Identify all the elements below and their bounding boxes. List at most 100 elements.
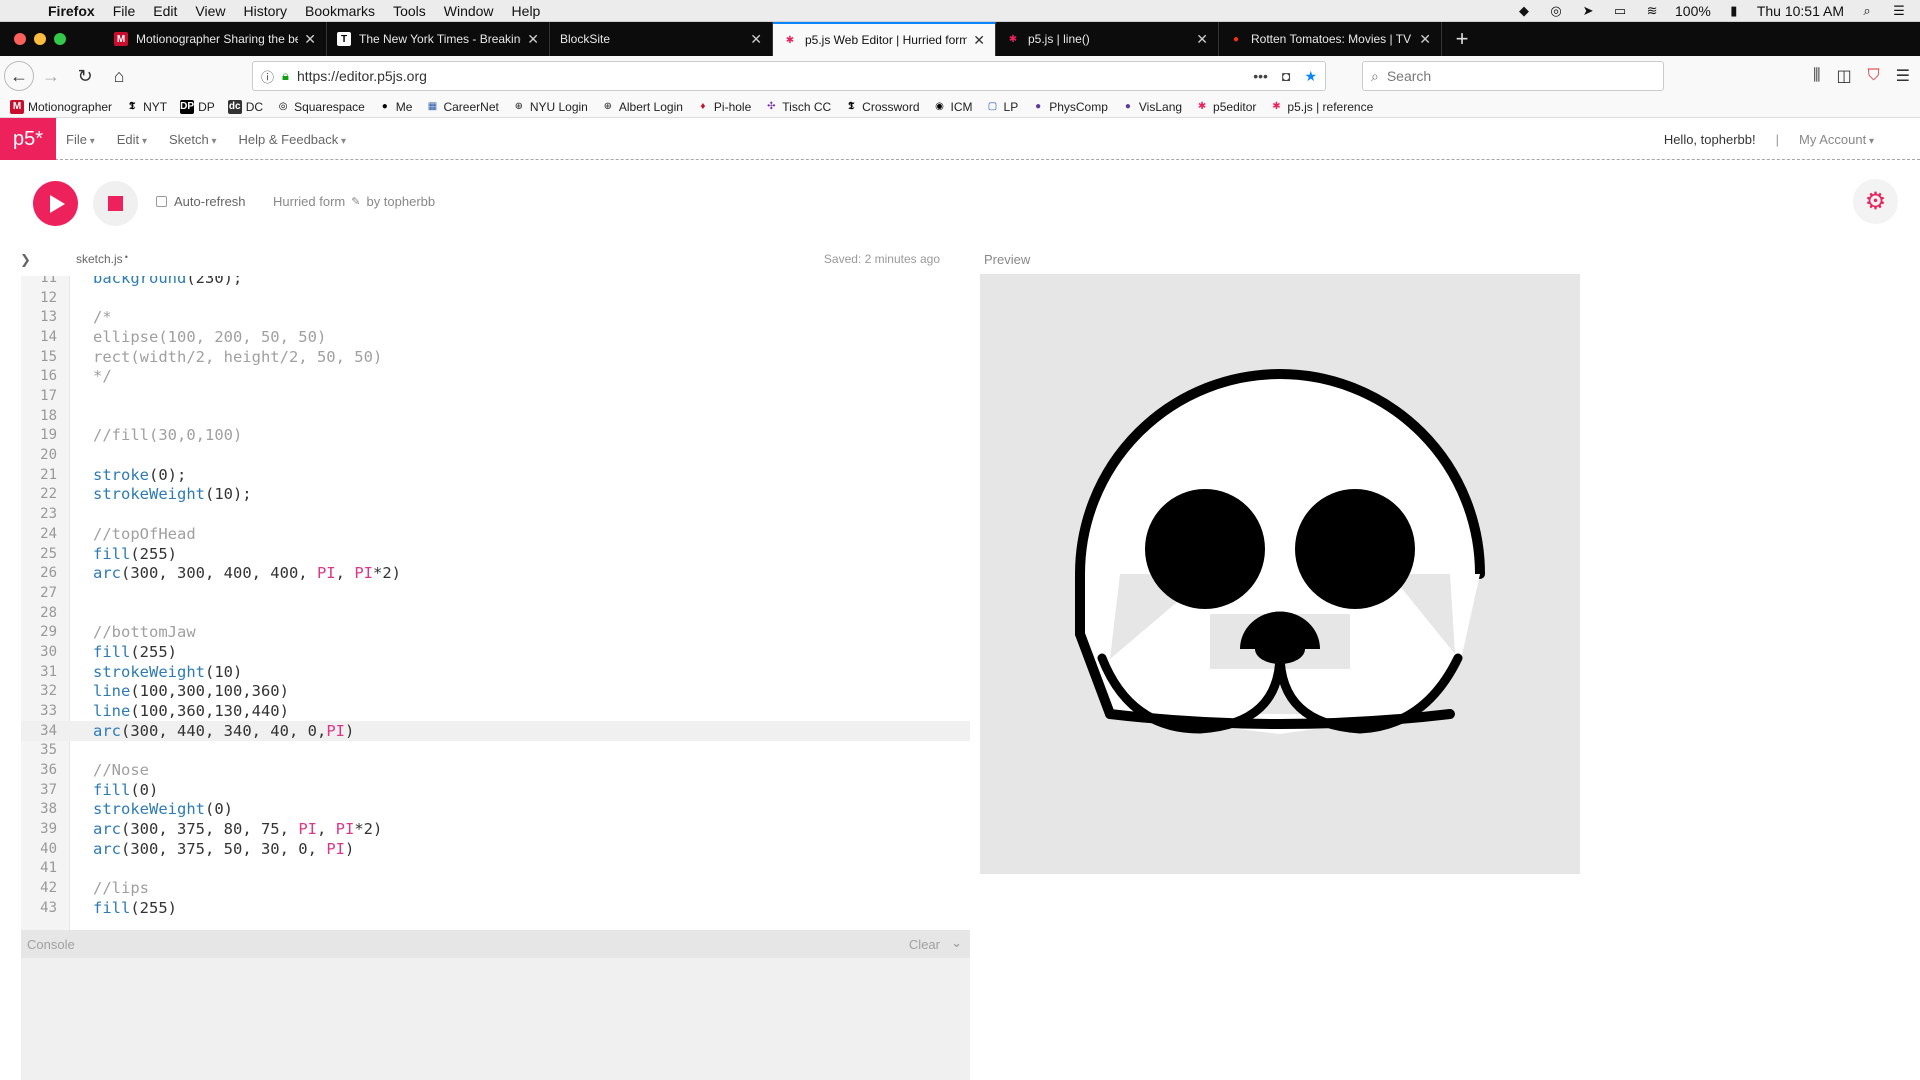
bookmark-item[interactable]: 𝕿 Crossword	[844, 100, 919, 114]
code-editor[interactable]: 11 background(230); 12 13 /* 14 ellipse(100, 2…	[21, 276, 971, 930]
back-arrow-icon[interactable]: ←	[4, 61, 34, 91]
code-line[interactable]: 42 //lips	[21, 878, 970, 898]
browser-tab[interactable]: ✱ p5.js | line() ✕	[996, 22, 1219, 56]
spotlight-icon[interactable]: ⌕	[1858, 4, 1876, 18]
code-line[interactable]: 36 //Nose	[21, 760, 970, 780]
code-line[interactable]: 35	[21, 740, 970, 760]
bookmark-item[interactable]: ♦ Pi-hole	[696, 100, 751, 114]
pocket-icon[interactable]: ◘	[1282, 68, 1290, 85]
bookmark-item[interactable]: ✣ Tisch CC	[764, 100, 831, 114]
close-tab-icon[interactable]: ✕	[304, 31, 316, 48]
notification-center-icon[interactable]: ☰	[1890, 4, 1908, 18]
menubar-item-help[interactable]: Help	[512, 3, 541, 19]
bookmark-item[interactable]: ● VisLang	[1121, 100, 1182, 114]
info-icon[interactable]: ⓘ	[261, 67, 274, 86]
menubar-item-window[interactable]: Window	[444, 3, 494, 19]
lock-icon[interactable]: 🔒︎	[282, 68, 289, 84]
new-tab-button[interactable]: +	[1442, 22, 1482, 56]
ublock-shield-icon[interactable]: ⛉	[1868, 67, 1880, 85]
code-line[interactable]: 19 //fill(30,0,100)	[21, 425, 970, 445]
close-window-button[interactable]	[14, 33, 26, 45]
code-line[interactable]: 37 fill(0)	[21, 780, 970, 800]
bookmark-item[interactable]: ⊕ Albert Login	[601, 100, 683, 114]
expand-sidebar-icon[interactable]: ❯	[20, 252, 31, 268]
my-account-menu[interactable]: My Account	[1799, 132, 1874, 147]
code-line[interactable]: 26 arc(300, 300, 400, 400, PI, PI*2)	[21, 563, 970, 583]
p5-menu-file[interactable]: File	[66, 132, 95, 147]
browser-tab[interactable]: ✱ p5.js Web Editor | Hurried form ✕	[773, 22, 996, 56]
p5-menu-edit[interactable]: Edit	[117, 132, 147, 147]
sketch-name[interactable]: Hurried form	[273, 194, 345, 209]
code-line[interactable]: 29 //bottomJaw	[21, 622, 970, 642]
code-line[interactable]: 15 rect(width/2, height/2, 50, 50)	[21, 347, 970, 367]
code-line[interactable]: 25 fill(255)	[21, 544, 970, 564]
bookmark-item[interactable]: M Motionographer	[10, 99, 112, 114]
sketch-preview-canvas[interactable]	[980, 274, 1580, 874]
close-tab-icon[interactable]: ✕	[1196, 31, 1208, 48]
p5-logo[interactable]: p5*	[0, 118, 56, 160]
menubar-item-view[interactable]: View	[195, 3, 225, 19]
code-line[interactable]: 14 ellipse(100, 200, 50, 50)	[21, 327, 970, 347]
code-line[interactable]: 23	[21, 504, 970, 524]
page-actions-icon[interactable]: •••	[1253, 68, 1268, 85]
code-line[interactable]: 40 arc(300, 375, 50, 30, 0, PI)	[21, 839, 970, 859]
browser-tab[interactable]: T The New York Times - Breaking ✕	[327, 22, 550, 56]
menubar-item-bookmarks[interactable]: Bookmarks	[305, 3, 375, 19]
url-text[interactable]: https://editor.p5js.org	[297, 68, 427, 84]
bookmark-item[interactable]: ⊕ NYU Login	[512, 100, 588, 114]
auto-refresh-checkbox[interactable]	[156, 196, 167, 207]
browser-tab[interactable]: BlockSite ✕	[550, 22, 773, 56]
home-icon[interactable]: ⌂	[102, 61, 136, 91]
code-line[interactable]: 24 //topOfHead	[21, 524, 970, 544]
location-icon[interactable]: ➤	[1579, 4, 1597, 18]
code-line[interactable]: 30 fill(255)	[21, 642, 970, 662]
bookmark-item[interactable]: ✱ p5.js | reference	[1269, 100, 1373, 114]
bookmark-item[interactable]: ▦ CareerNet	[425, 100, 499, 114]
bookmark-item[interactable]: ✱ p5editor	[1195, 100, 1257, 114]
url-bar[interactable]: ⓘ 🔒︎ https://editor.p5js.org ••• ◘ ★	[252, 61, 1326, 91]
minimize-window-button[interactable]	[34, 33, 46, 45]
code-line[interactable]: 33 line(100,360,130,440)	[21, 701, 970, 721]
menubar-item-file[interactable]: File	[113, 3, 136, 19]
code-line[interactable]: 17	[21, 386, 970, 406]
hamburger-menu-icon[interactable]: ☰	[1896, 66, 1910, 86]
code-line[interactable]: 12	[21, 288, 970, 308]
bookmark-item[interactable]: dc DC	[227, 99, 263, 114]
bookmark-item[interactable]: ● PhysComp	[1031, 100, 1108, 114]
code-line[interactable]: 22 strokeWeight(10);	[21, 484, 970, 504]
close-tab-icon[interactable]: ✕	[1419, 31, 1431, 48]
code-line[interactable]: 21 stroke(0);	[21, 465, 970, 485]
reload-icon[interactable]: ↻	[68, 61, 102, 91]
chevron-down-icon[interactable]: ⌄	[951, 935, 962, 951]
code-line[interactable]: 16 */	[21, 366, 970, 386]
battery-icon[interactable]: ▮	[1725, 4, 1743, 18]
code-line[interactable]: 13 /*	[21, 307, 970, 327]
browser-tab[interactable]: ● Rotten Tomatoes: Movies | TV S ✕	[1219, 22, 1442, 56]
zoom-window-button[interactable]	[54, 33, 66, 45]
pencil-icon[interactable]: ✎	[351, 195, 360, 208]
code-line[interactable]: 27	[21, 583, 970, 603]
library-icon[interactable]: ⫼	[1813, 67, 1820, 85]
code-line[interactable]: 38 strokeWeight(0)	[21, 799, 970, 819]
code-line[interactable]: 43 fill(255)	[21, 898, 970, 918]
dropbox-icon[interactable]: ◆	[1515, 4, 1533, 18]
menubar-item-history[interactable]: History	[243, 3, 287, 19]
bookmark-item[interactable]: ● Me	[378, 100, 413, 114]
bookmark-item[interactable]: DP DP	[180, 99, 215, 114]
sidebar-icon[interactable]: ◫	[1837, 66, 1852, 86]
p5-menu-sketch[interactable]: Sketch	[169, 132, 217, 147]
airplay-icon[interactable]: ▭	[1611, 4, 1629, 18]
bookmark-item[interactable]: 𝕿 NYT	[125, 100, 167, 114]
forward-arrow-icon[interactable]: →	[34, 61, 68, 91]
close-tab-icon[interactable]: ✕	[527, 31, 539, 48]
code-line[interactable]: 28	[21, 603, 970, 623]
app-menu-firefox[interactable]: Firefox	[48, 3, 95, 19]
wifi-icon[interactable]: ≋	[1643, 4, 1661, 18]
browser-tab[interactable]: M Motionographer Sharing the be ✕	[104, 22, 327, 56]
close-tab-icon[interactable]: ✕	[750, 31, 762, 48]
code-line[interactable]: 31 strokeWeight(10)	[21, 662, 970, 682]
play-button[interactable]	[33, 181, 78, 226]
stop-button[interactable]	[93, 181, 138, 226]
settings-button[interactable]: ⚙	[1853, 179, 1898, 224]
search-bar[interactable]: ⌕ Search	[1362, 61, 1664, 91]
